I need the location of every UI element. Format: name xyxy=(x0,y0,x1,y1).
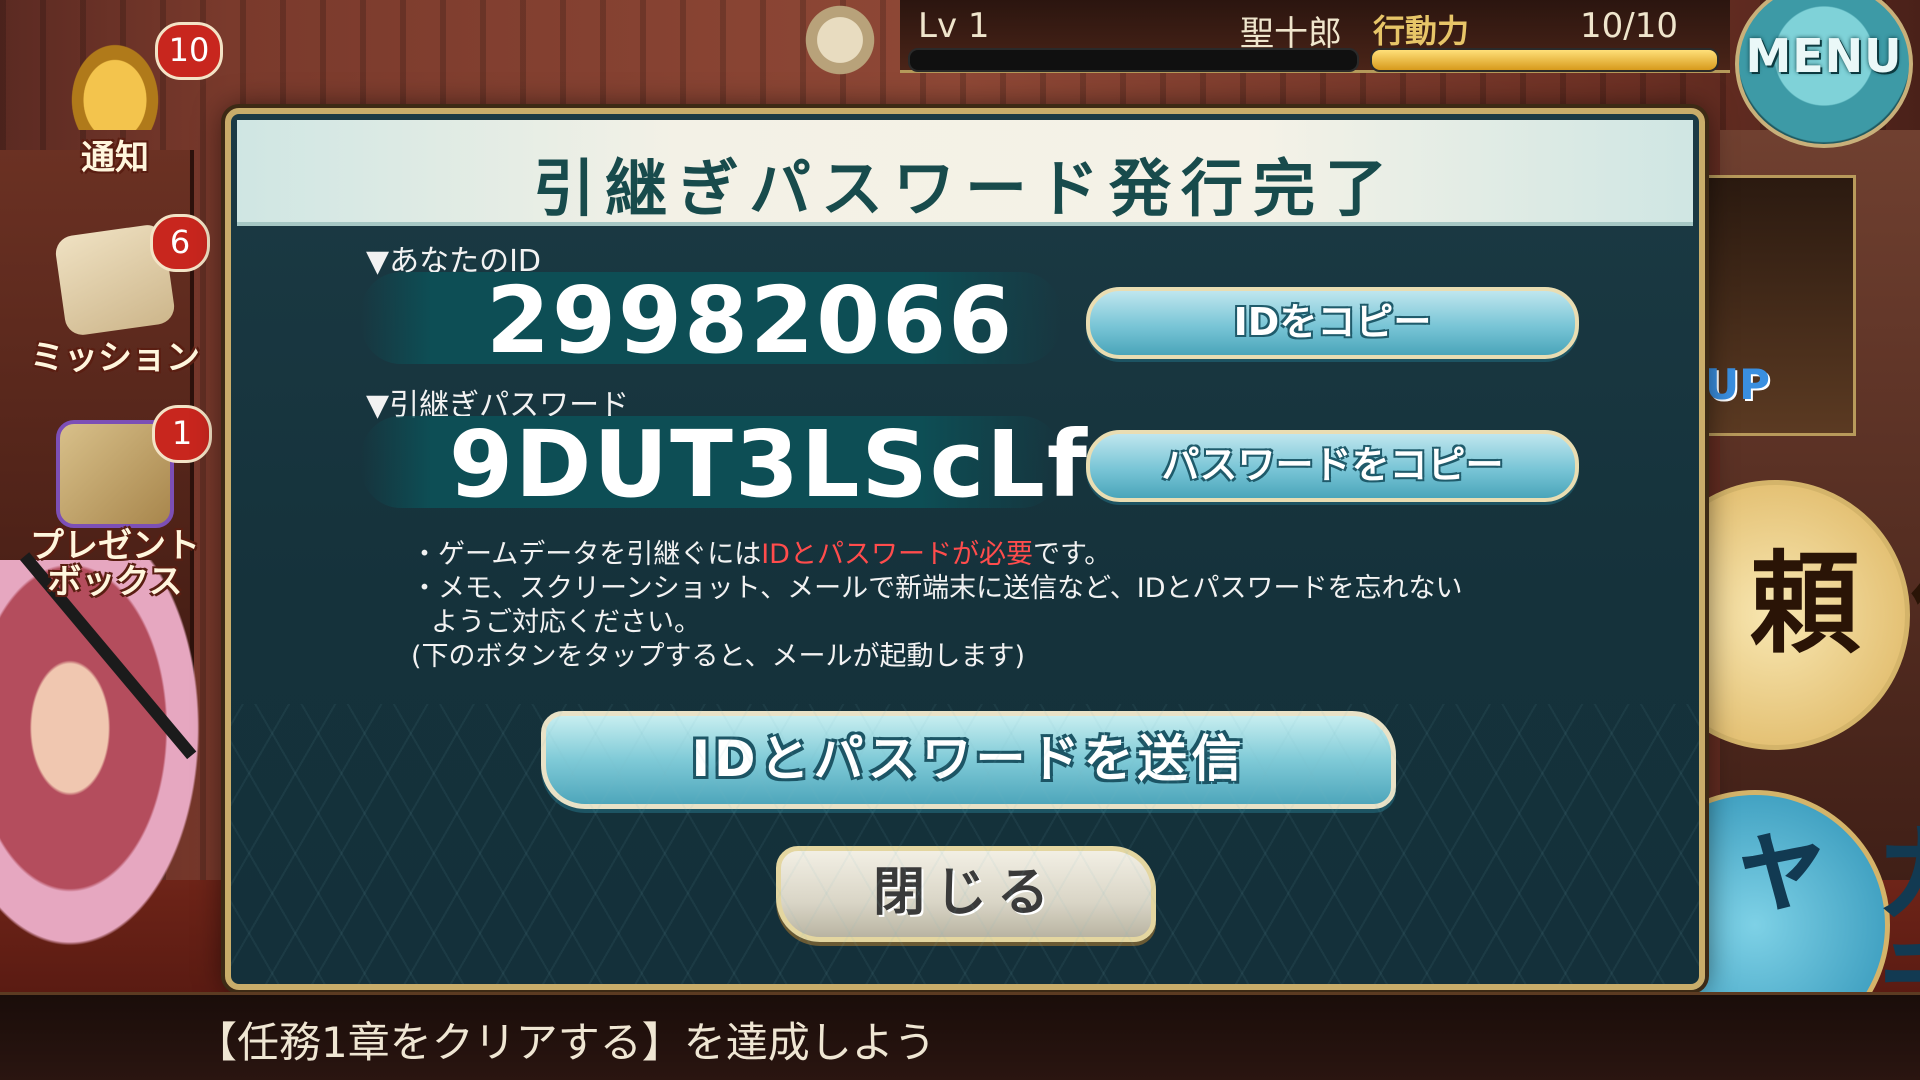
bell-icon xyxy=(60,30,170,130)
mission-badge: 6 xyxy=(150,214,210,272)
mission-label: ミッション xyxy=(30,338,200,378)
note-line-3: ようご対応ください。 xyxy=(431,607,701,638)
exp-bar xyxy=(908,48,1359,72)
stamina-label: 行動力 xyxy=(1373,12,1470,50)
note-1-suffix: です。 xyxy=(1032,539,1112,570)
present-box-label: プレゼント ボックス xyxy=(30,526,200,602)
copy-id-button[interactable]: IDをコピー xyxy=(1086,287,1579,359)
id-value: 29982066 xyxy=(486,267,1015,374)
ticker-text: 【任務1章をクリアする】を達成しよう xyxy=(195,1018,936,1067)
copy-password-button[interactable]: パスワードをコピー xyxy=(1086,430,1579,502)
dialog-title: 引継ぎパスワード発行完了 xyxy=(532,152,1397,225)
note-1-prefix: ・ゲームデータを引継ぐには xyxy=(411,539,762,570)
level-label: Lv 1 xyxy=(918,6,990,46)
notification-badge: 10 xyxy=(155,22,223,80)
dialog-header: 引継ぎパスワード発行完了 xyxy=(237,120,1693,226)
stamina-bar-fill xyxy=(1372,50,1717,70)
stamina-bar xyxy=(1370,48,1719,72)
close-button[interactable]: 閉じる xyxy=(776,846,1156,942)
event-banner-up-text: UP xyxy=(1705,360,1770,409)
note-line-2: ・メモ、スクリーンショット、メールで新端末に送信など、IDとパスワードを忘れない xyxy=(411,573,1463,604)
password-value: 9DUT3LScLf xyxy=(449,411,1089,518)
note-line-4: (下のボタンをタップすると、メールが起動します) xyxy=(411,641,1025,672)
present-box-badge: 1 xyxy=(152,405,212,463)
notification-label: 通知 xyxy=(81,138,149,178)
note-line-1: ・ゲームデータを引継ぐにはIDとパスワードが必要です。 xyxy=(411,538,1511,572)
menu-button-label: MENU xyxy=(1745,29,1903,83)
stamina-value: 10/10 xyxy=(1580,6,1678,46)
instruction-notes: ・ゲームデータを引継ぐにはIDとパスワードが必要です。 ・メモ、スクリーンショッ… xyxy=(411,538,1511,674)
background-character xyxy=(0,560,220,980)
hud-emblem-icon xyxy=(800,0,880,80)
request-label: 依頼 xyxy=(1731,545,1920,655)
transfer-password-dialog: 引継ぎパスワード発行完了 ▼あなたのID 29982066 IDをコピー ▼引継… xyxy=(225,108,1705,990)
send-id-password-button[interactable]: IDとパスワードを送信 xyxy=(541,711,1396,809)
note-1-highlight: IDとパスワードが必要 xyxy=(761,539,1033,570)
mission-ticker[interactable]: 【任務1章をクリアする】を達成しよう xyxy=(0,992,1920,1080)
